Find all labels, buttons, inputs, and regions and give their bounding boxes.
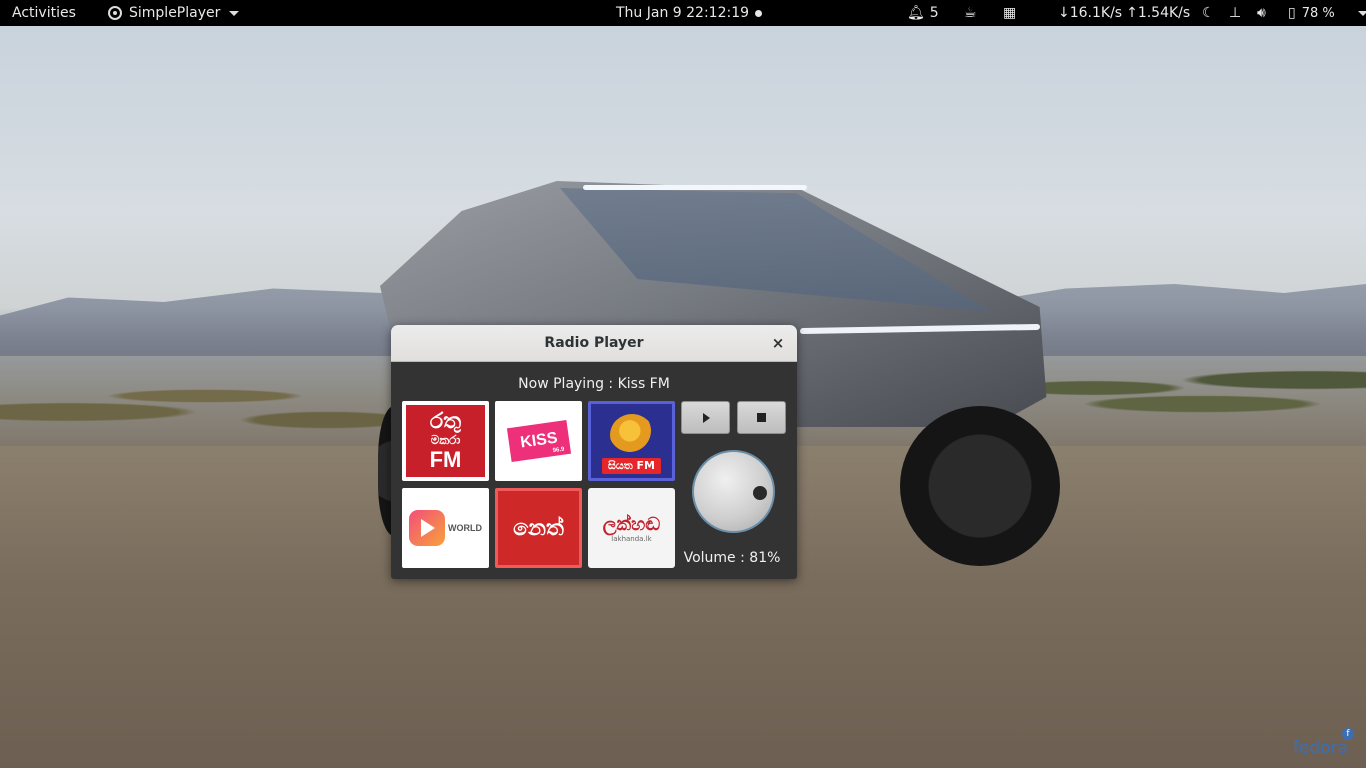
lion-icon xyxy=(609,414,654,456)
station-logo-text: WORLD xyxy=(448,523,482,533)
station-logo: රතු මකරා FM xyxy=(406,405,485,477)
grid-icon: ▦ xyxy=(1003,5,1017,21)
volume-dial[interactable] xyxy=(692,450,775,533)
notifications-indicator[interactable]: 🔔︎ 5 xyxy=(907,0,939,26)
battery-percent: 78 % xyxy=(1301,5,1335,21)
fedora-wordmark: fedora xyxy=(1292,738,1348,758)
window-title: Radio Player xyxy=(544,335,644,351)
stop-icon xyxy=(757,413,766,422)
net-speed-indicator[interactable]: ↓16.1K/s ↑1.54K/s xyxy=(1058,0,1190,26)
station-logo-line: මකරා xyxy=(430,433,461,448)
volume-label: Volume : 81% xyxy=(683,550,781,566)
app-menu[interactable]: SimplePlayer xyxy=(108,0,240,26)
station-lakhanda[interactable]: ලක්හඬ lakhanda.lk xyxy=(588,488,675,568)
moon-icon: ☾ xyxy=(1202,5,1215,21)
station-frequency: 96.9 xyxy=(551,446,565,455)
station-rathu-makara-fm[interactable]: රතු මකරා FM xyxy=(402,401,489,481)
activities-button[interactable]: Activities xyxy=(12,0,76,26)
radio-player-window: Radio Player × Now Playing : Kiss FM රතු… xyxy=(391,325,797,579)
notifications-count: 5 xyxy=(929,5,939,21)
caffeine-indicator[interactable]: ☕︎ xyxy=(964,0,977,26)
clock-label: Thu Jan 9 22:12:19 xyxy=(616,5,750,21)
battery-indicator[interactable]: ▯ 78 % xyxy=(1288,0,1335,26)
system-menu-caret[interactable] xyxy=(1356,0,1366,26)
station-logo-line: රතු xyxy=(429,409,462,435)
station-logo-text: සියත FM xyxy=(601,458,662,474)
close-button[interactable]: × xyxy=(769,334,787,352)
app-menu-label: SimplePlayer xyxy=(129,5,221,21)
speaker-icon: 🔊︎ xyxy=(1257,5,1266,21)
caret-down-icon xyxy=(1358,10,1366,16)
station-siyatha-fm[interactable]: සියත FM xyxy=(588,401,675,481)
station-kiss-fm[interactable]: KISS 96.9 xyxy=(495,401,582,481)
station-logo: KISS 96.9 xyxy=(506,419,571,463)
night-light-indicator[interactable]: ☾ xyxy=(1202,0,1215,26)
station-neth-fm[interactable]: නෙත් xyxy=(495,488,582,568)
top-bar: Activities SimplePlayer Thu Jan 9 22:12:… xyxy=(0,0,1366,26)
station-logo-line: FM xyxy=(429,446,462,472)
station-pradeep-world[interactable]: WORLD xyxy=(402,488,489,568)
volume-indicator[interactable]: 🔊︎ xyxy=(1257,0,1266,26)
wired-network-icon: ⊥ xyxy=(1229,5,1242,21)
play-button[interactable] xyxy=(681,401,730,434)
caret-down-icon xyxy=(229,10,240,16)
workspace-indicator[interactable]: ▦ xyxy=(1003,0,1016,26)
window-titlebar[interactable]: Radio Player × xyxy=(391,325,797,362)
clock-menu[interactable]: Thu Jan 9 22:12:19 xyxy=(616,0,763,26)
notification-dot-icon xyxy=(755,9,763,17)
station-logo: ලක්හඬ lakhanda.lk xyxy=(603,514,660,543)
volume-dial-indicator xyxy=(753,486,767,500)
net-down-label: ↓16.1K/s xyxy=(1058,5,1123,21)
now-playing-label: Now Playing : Kiss FM xyxy=(518,376,670,392)
coffee-cup-icon: ☕︎ xyxy=(964,5,977,21)
simpleplayer-icon xyxy=(108,6,122,20)
station-logo: නෙත් xyxy=(498,491,579,565)
station-logo: සියත FM xyxy=(591,404,672,478)
play-icon xyxy=(703,412,710,423)
net-up-label: ↑1.54K/s xyxy=(1126,5,1191,21)
bell-icon: 🔔︎ xyxy=(907,5,925,21)
wallpaper-truck-light xyxy=(583,185,807,190)
station-logo-text: නෙත් xyxy=(513,515,564,541)
battery-icon: ▯ xyxy=(1288,5,1296,21)
network-indicator[interactable]: ⊥ xyxy=(1229,0,1241,26)
station-logo-text: ලක්හඬ xyxy=(602,513,661,535)
station-logo-subtext: lakhanda.lk xyxy=(611,534,652,543)
play-logo-icon xyxy=(409,510,445,546)
stop-button[interactable] xyxy=(737,401,786,434)
wallpaper-wheel-front xyxy=(900,406,1060,566)
